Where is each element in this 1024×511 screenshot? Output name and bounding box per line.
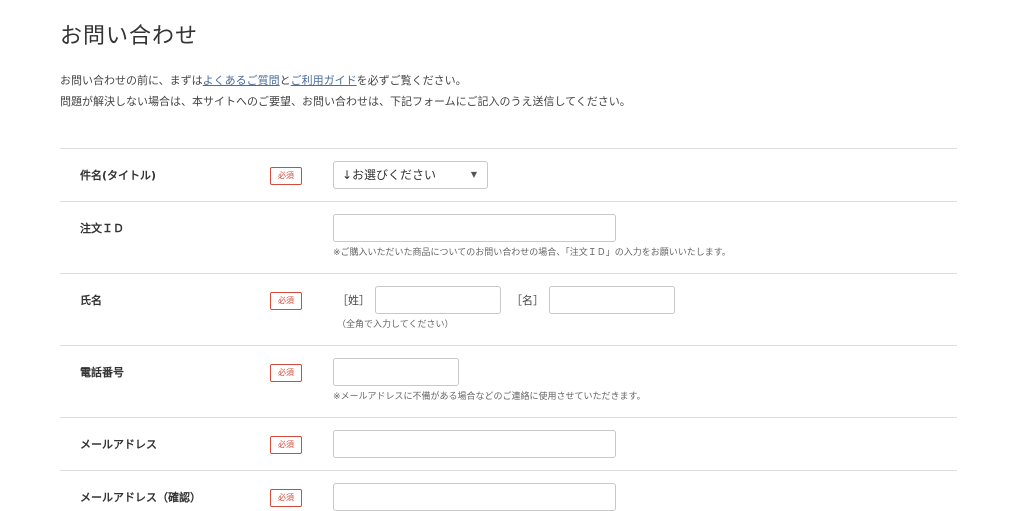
required-badge: 必須: [270, 292, 302, 310]
guide-link[interactable]: ご利用ガイド: [291, 74, 357, 87]
name-note: （全角で入力してください）: [337, 320, 454, 330]
required-badge: 必須: [270, 167, 302, 185]
order-id-field: ※ご購入いただいた商品についてのお問い合わせの場合、「注文ＩＤ」の入力をお願いい…: [333, 214, 731, 260]
page-title: お問い合わせ: [60, 24, 199, 49]
phone-input[interactable]: [333, 358, 459, 386]
form-row-order-id: 注文ＩＤ ※ご購入いただいた商品についてのお問い合わせの場合、「注文ＩＤ」の入力…: [60, 201, 957, 273]
subject-select[interactable]: ↓お選びください ▼: [333, 161, 488, 189]
email-field: [333, 430, 616, 458]
subject-label: 件名(タイトル): [80, 169, 157, 182]
name-field: ［姓］ ［名］ （全角で入力してください）: [333, 286, 675, 332]
phone-note: ※メールアドレスに不備がある場合などのご連絡に使用させていただきます。: [333, 392, 646, 402]
required-badge: 必須: [270, 489, 302, 507]
intro-line-1: お問い合わせの前に、まずはよくあるご質問とご利用ガイドを必ずご覧ください。: [60, 70, 631, 91]
intro-line-2: 問題が解決しない場合は、本サイトへのご要望、お問い合わせは、下記フォームにご記入…: [60, 95, 631, 108]
faq-link[interactable]: よくあるご質問: [203, 74, 280, 87]
first-name-label: ［名］: [511, 294, 544, 307]
phone-label: 電話番号: [80, 366, 124, 379]
chevron-down-icon: ▼: [470, 170, 477, 179]
email-confirm-label: メールアドレス（確認）: [80, 491, 201, 504]
subject-field: ↓お選びください ▼: [333, 161, 488, 189]
order-id-label: 注文ＩＤ: [80, 222, 124, 235]
required-badge: 必須: [270, 436, 302, 454]
subject-select-value: ↓お選びください: [342, 168, 437, 182]
last-name-input[interactable]: [375, 286, 501, 314]
email-label: メールアドレス: [80, 438, 157, 451]
email-confirm-field: [333, 483, 616, 511]
email-confirm-input[interactable]: [333, 483, 616, 511]
last-name-label: ［姓］: [337, 294, 370, 307]
intro-text: お問い合わせの前に、まずはよくあるご質問とご利用ガイドを必ずご覧ください。 問題…: [60, 70, 631, 112]
order-id-input[interactable]: [333, 214, 616, 242]
contact-page: お問い合わせ お問い合わせの前に、まずはよくあるご質問とご利用ガイドを必ずご覧く…: [0, 0, 1024, 511]
first-name-input[interactable]: [549, 286, 675, 314]
form-row-phone: 電話番号 必須 ※メールアドレスに不備がある場合などのご連絡に使用させていただき…: [60, 345, 957, 417]
required-badge: 必須: [270, 364, 302, 382]
form-row-subject: 件名(タイトル) 必須 ↓お選びください ▼: [60, 148, 957, 201]
intro-text-after: を必ずご覧ください。: [356, 74, 467, 87]
form-row-email-confirm: メールアドレス（確認） 必須: [60, 470, 957, 511]
name-label: 氏名: [80, 294, 102, 307]
form-row-name: 氏名 必須 ［姓］ ［名］ （全角で入力してください）: [60, 273, 957, 345]
email-input[interactable]: [333, 430, 616, 458]
contact-form: 件名(タイトル) 必須 ↓お選びください ▼ 注文ＩＤ ※ご購入いただいた商品に…: [60, 148, 957, 511]
phone-field: ※メールアドレスに不備がある場合などのご連絡に使用させていただきます。: [333, 358, 646, 404]
intro-text-before: お問い合わせの前に、まずは: [60, 74, 203, 87]
intro-text-mid: と: [279, 74, 291, 87]
form-row-email: メールアドレス 必須: [60, 417, 957, 470]
order-id-note: ※ご購入いただいた商品についてのお問い合わせの場合、「注文ＩＤ」の入力をお願いい…: [333, 248, 731, 258]
